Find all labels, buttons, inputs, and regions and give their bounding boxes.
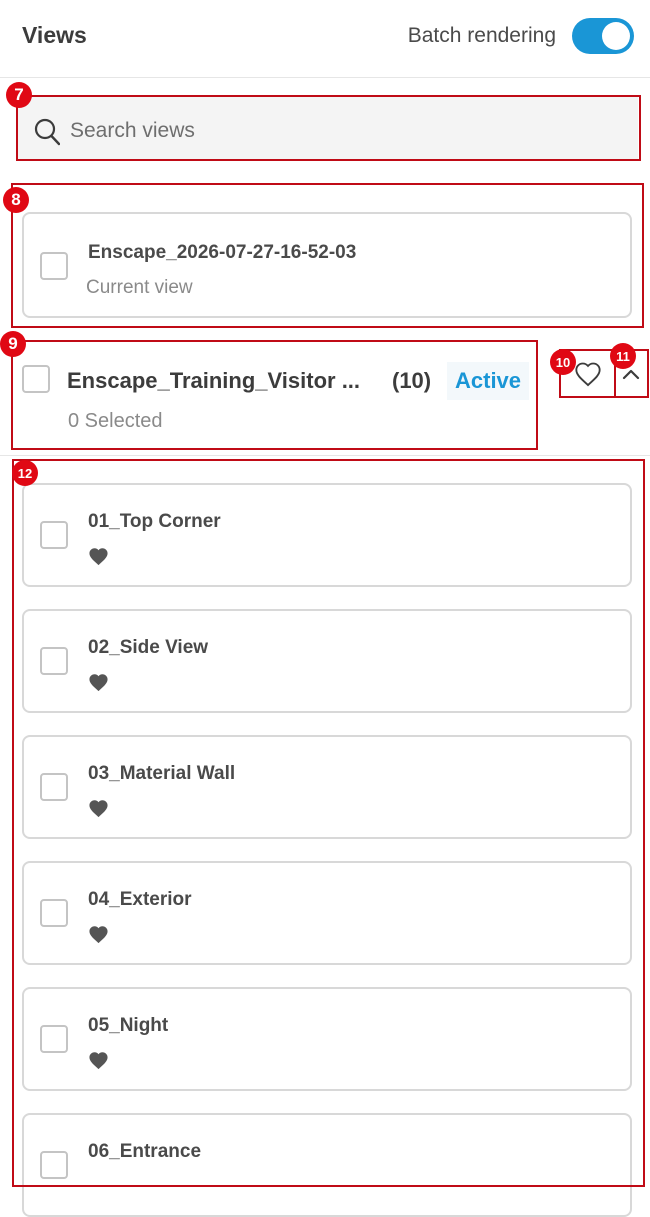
annotation-marker-12: 12	[12, 460, 38, 486]
annotation-marker-8: 8	[3, 187, 29, 213]
section-divider	[0, 455, 650, 456]
annotation-marker-10: 10	[550, 349, 576, 375]
batch-rendering-label: Batch rendering	[407, 24, 556, 47]
annotation-marker-7: 7	[6, 82, 32, 108]
annotation-box-current-view	[11, 183, 644, 328]
annotation-box-view-list	[12, 459, 645, 1187]
annotation-box-search	[16, 95, 641, 161]
panel-title: Views	[22, 22, 87, 48]
batch-rendering-toggle[interactable]	[572, 18, 634, 54]
annotation-marker-9: 9	[0, 331, 26, 357]
views-header: Views Batch rendering	[0, 0, 650, 78]
toggle-knob	[602, 22, 630, 50]
annotation-marker-11: 11	[610, 343, 636, 369]
annotation-box-group	[11, 340, 538, 450]
